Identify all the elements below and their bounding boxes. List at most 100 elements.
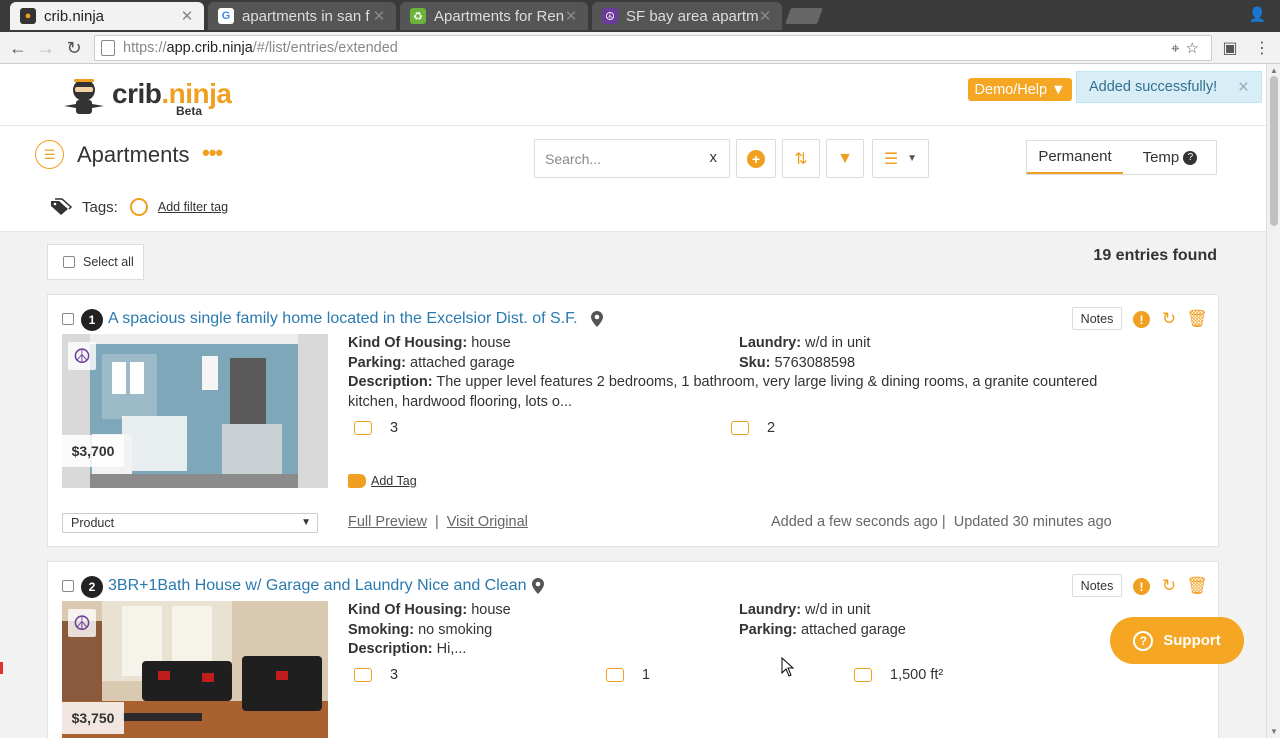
browser-tabstrip: ● crib.ninja ✕ G apartments in san f ✕ ♻… — [0, 0, 1280, 32]
bath-icon — [731, 421, 749, 435]
field-kind: Kind Of Housing: house — [348, 335, 511, 351]
scroll-up-icon[interactable]: ▲ — [1270, 66, 1278, 75]
added-timestamp: Added a few seconds ago — [771, 514, 938, 530]
demo-help-button[interactable]: Demo/Help ▼ — [968, 78, 1072, 101]
refresh-icon[interactable]: ↻ — [1159, 576, 1179, 596]
close-tab-icon[interactable]: ✕ — [758, 7, 772, 25]
crib-ninja-logo[interactable]: crib.ninja Beta — [60, 70, 232, 120]
field-smoking: Smoking: no smoking — [348, 621, 493, 638]
profile-icon[interactable]: 👤 — [1249, 6, 1266, 23]
close-tab-icon[interactable]: ✕ — [372, 7, 386, 25]
entry-checkbox[interactable] — [62, 580, 74, 592]
product-select[interactable]: Product ▼ — [62, 513, 318, 533]
entry-fields-left: Kind Of Housing: house Parking: attached… — [348, 334, 728, 373]
map-pin-icon[interactable] — [532, 578, 544, 594]
sort-button[interactable]: ⇅ — [782, 139, 820, 178]
notes-button[interactable]: Notes — [1072, 574, 1122, 597]
forward-icon[interactable]: → — [36, 38, 56, 58]
entry-number: 1 — [81, 309, 103, 331]
tab-temp[interactable]: Temp ? — [1123, 141, 1217, 174]
close-tab-icon[interactable]: ✕ — [180, 7, 194, 25]
entry-checkbox[interactable] — [62, 313, 74, 325]
beds-count: 3 — [354, 420, 398, 436]
tab-title: SF bay area apartm — [626, 7, 758, 25]
trash-icon[interactable]: 🗑 — [1186, 576, 1208, 596]
entry-title-link[interactable]: 3BR+1Bath House w/ Garage and Laundry Ni… — [108, 577, 526, 595]
url-scheme: https:// — [123, 40, 167, 56]
scrollbar-thumb[interactable] — [1270, 76, 1278, 226]
tags-icon — [51, 198, 72, 215]
select-all-control[interactable]: Select all — [47, 244, 144, 280]
url-path: /#/list/entries/extended — [252, 40, 398, 56]
field-description: Description: The upper level features 2 … — [348, 374, 1098, 410]
notes-button[interactable]: Notes — [1072, 307, 1122, 330]
browser-tab-crib[interactable]: ● crib.ninja ✕ — [10, 2, 204, 30]
search-tag-icon — [129, 198, 148, 216]
filter-icon: ▼ — [837, 149, 853, 167]
add-filter-tag-link[interactable]: Add filter tag — [158, 200, 228, 214]
url-host: app.crib.ninja — [166, 40, 253, 56]
list-view-icon: ☰ — [883, 150, 899, 168]
beds-count: 3 — [354, 667, 398, 683]
reload-icon[interactable]: ↻ — [64, 38, 84, 58]
entry-number: 2 — [81, 576, 103, 598]
sort-icon: ⇅ — [794, 150, 808, 168]
field-laundry: Laundry: w/d in unit — [739, 335, 871, 351]
address-bar[interactable]: https://app.crib.ninja/#/list/entries/ex… — [94, 35, 1212, 61]
extension-icon[interactable]: ▣ — [1220, 38, 1240, 58]
bed-icon — [354, 668, 372, 682]
chrome-menu-icon[interactable]: ⋮ — [1252, 38, 1272, 58]
entry-title-link[interactable]: A spacious single family home located in… — [108, 310, 578, 328]
close-icon[interactable]: × — [1238, 77, 1249, 99]
browser-tab-craigslist[interactable]: ☮ SF bay area apartm ✕ — [592, 2, 782, 30]
entry-fields-right: Laundry: w/d in unit Parking: attached g… — [739, 601, 1119, 640]
support-button[interactable]: ? Support — [1110, 617, 1244, 664]
view-mode-dropdown[interactable]: ☰ ▼ — [872, 139, 929, 178]
listing-photo[interactable]: ☮ $3,700 — [62, 334, 328, 488]
browser-tab-google[interactable]: G apartments in san f ✕ — [208, 2, 396, 30]
more-options-icon[interactable]: ••• — [202, 140, 223, 166]
entry-links: Full Preview | Visit Original — [348, 514, 528, 530]
add-entry-button[interactable]: + — [736, 139, 776, 178]
select-all-label: Select all — [83, 255, 134, 269]
updated-timestamp: Updated 30 minutes ago — [953, 514, 1112, 530]
ninja-favicon-icon: ● — [20, 8, 36, 24]
entry-fields-right: Laundry: w/d in unit Sku: 5763088598 — [739, 334, 1119, 373]
search-input[interactable] — [545, 149, 695, 169]
field-parking: Parking: attached garage — [739, 621, 906, 638]
back-icon[interactable]: ← — [8, 38, 28, 58]
listing-photo[interactable]: ☮ $3,750 — [62, 601, 328, 738]
clear-search-button[interactable]: x — [710, 149, 718, 166]
alert-icon[interactable]: ! — [1133, 578, 1150, 595]
page-info-icon[interactable] — [101, 40, 115, 56]
ninja-mascot-icon — [64, 79, 104, 114]
map-pin-icon[interactable] — [591, 311, 603, 327]
new-tab-button[interactable] — [785, 8, 823, 24]
browser-tab-apartments[interactable]: ♻ Apartments for Ren ✕ — [400, 2, 588, 30]
full-preview-link[interactable]: Full Preview — [348, 514, 427, 530]
visit-original-link[interactable]: Visit Original — [447, 514, 528, 530]
alert-icon[interactable]: ! — [1133, 311, 1150, 328]
scroll-down-icon[interactable]: ▼ — [1270, 727, 1278, 736]
plus-circle-icon: + — [747, 149, 765, 168]
trash-icon[interactable]: 🗑 — [1186, 309, 1208, 329]
location-star-icons[interactable]: ⌖☆ — [1171, 39, 1205, 57]
list-toolbar: ☰ Apartments ••• x + ⇅ ▼ ☰ ▼ Permanent T… — [0, 126, 1266, 232]
search-box: x — [534, 139, 730, 178]
menu-icon[interactable]: ☰ — [35, 140, 64, 169]
refresh-icon[interactable]: ↻ — [1159, 309, 1179, 329]
area-size: 1,500 ft² — [854, 667, 943, 683]
filter-button[interactable]: ▼ — [826, 139, 864, 178]
add-tag-link[interactable]: Add Tag — [348, 474, 417, 488]
field-description: Description: Hi,... — [348, 641, 467, 657]
select-all-checkbox[interactable] — [63, 256, 75, 268]
page-scrollbar[interactable]: ▲ ▼ — [1266, 64, 1280, 738]
entry-card: 1 A spacious single family home located … — [47, 294, 1219, 547]
peace-icon: ☮ — [68, 342, 96, 370]
tab-permanent[interactable]: Permanent — [1027, 141, 1123, 174]
entry-card: 2 3BR+1Bath House w/ Garage and Laundry … — [47, 561, 1219, 738]
field-laundry: Laundry: w/d in unit — [739, 602, 871, 618]
close-tab-icon[interactable]: ✕ — [564, 7, 578, 25]
tab-permanent-label: Permanent — [1038, 148, 1112, 165]
browser-toolbar: ← → ↻ https://app.crib.ninja/#/list/entr… — [0, 32, 1280, 64]
